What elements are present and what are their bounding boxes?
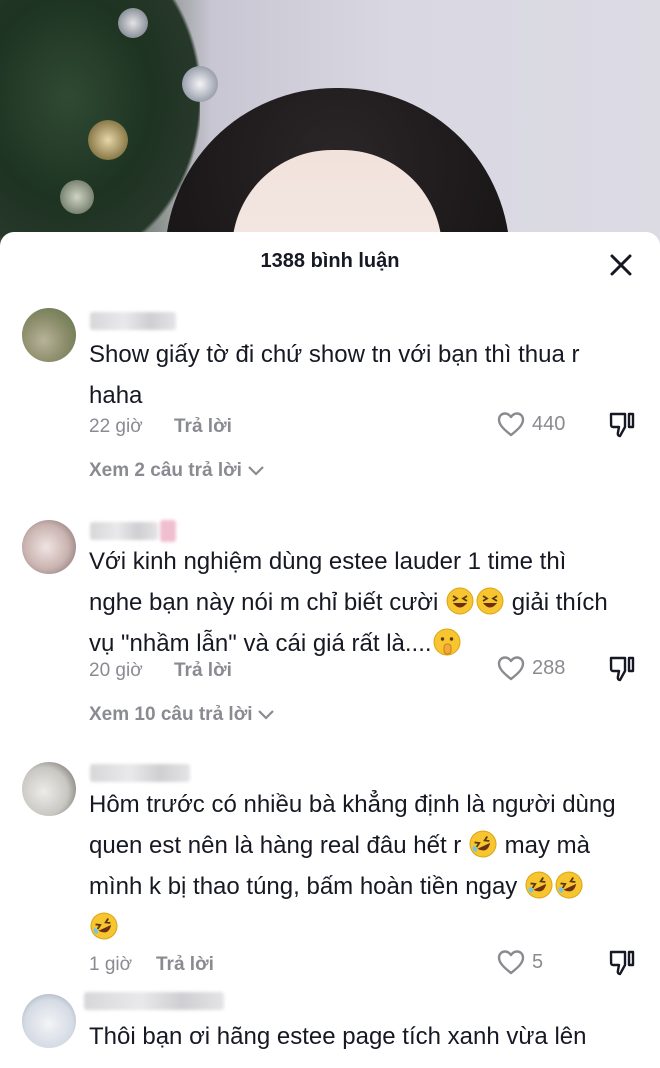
grinning-squinting-emoji bbox=[446, 587, 474, 615]
dislike-button[interactable] bbox=[607, 654, 637, 689]
close-button[interactable] bbox=[604, 248, 638, 282]
avatar[interactable] bbox=[22, 520, 76, 574]
shushing-face-emoji bbox=[433, 628, 461, 656]
chevron-down-icon bbox=[248, 466, 264, 476]
heart-outline-icon bbox=[497, 656, 525, 681]
comment-text: Show giấy tờ đi chứ show tn với bạn thì … bbox=[89, 334, 641, 416]
thumbs-down-icon bbox=[609, 412, 635, 438]
comments-count-title: 1388 bình luận bbox=[260, 250, 400, 272]
rolling-on-floor-laughing-emoji bbox=[525, 871, 553, 899]
comment-time: 22 giờ bbox=[89, 416, 143, 437]
comment-time: 1 giờ bbox=[89, 954, 133, 975]
username-blurred[interactable] bbox=[90, 312, 176, 330]
view-replies-label: Xem 2 câu trả lời bbox=[89, 460, 242, 481]
username-blurred-badge bbox=[160, 520, 176, 542]
avatar[interactable] bbox=[22, 994, 76, 1048]
close-icon bbox=[610, 254, 632, 276]
username-blurred[interactable] bbox=[90, 764, 190, 782]
comment-text-line: Với kinh nghiệm dùng estee lauder 1 time… bbox=[89, 548, 567, 575]
comment-text-line: Hôm trước có nhiều bà khẳng định là ngườ… bbox=[89, 791, 616, 818]
rolling-on-floor-laughing-emoji bbox=[90, 912, 118, 940]
comment-text-line: vụ "nhầm lẫn" và cái giá rất là.... bbox=[89, 630, 432, 657]
comment-text: Hôm trước có nhiều bà khẳng định là ngườ… bbox=[89, 784, 641, 948]
rolling-on-floor-laughing-emoji bbox=[555, 871, 583, 899]
thumbs-down-icon bbox=[609, 656, 635, 682]
view-replies-button[interactable]: Xem 10 câu trả lời bbox=[89, 704, 276, 726]
view-replies-button[interactable]: Xem 2 câu trả lời bbox=[89, 460, 266, 482]
comment-text: Thôi bạn ơi hãng estee page tích xanh vừ… bbox=[89, 1016, 641, 1057]
like-button[interactable]: 440 bbox=[496, 410, 565, 438]
like-count: 5 bbox=[532, 950, 544, 973]
comment-text-line: nghe bạn này nói m chỉ biết cười bbox=[89, 589, 439, 616]
comment-text-line: may mà bbox=[504, 832, 590, 859]
grinning-squinting-emoji bbox=[476, 587, 504, 615]
comment-text-line: quen est nên là hàng real đâu hết r bbox=[89, 832, 462, 859]
comment-text-line: Thôi bạn ơi hãng estee page tích xanh vừ… bbox=[89, 1023, 587, 1050]
like-count: 440 bbox=[532, 412, 566, 435]
thumbs-down-icon bbox=[609, 950, 635, 976]
reply-button[interactable]: Trả lời bbox=[174, 416, 232, 438]
view-replies-label: Xem 10 câu trả lời bbox=[89, 704, 253, 725]
reply-button[interactable]: Trả lời bbox=[174, 660, 232, 682]
comment-text-line: giải thích bbox=[511, 589, 608, 616]
rolling-on-floor-laughing-emoji bbox=[469, 830, 497, 858]
like-button[interactable]: 288 bbox=[496, 654, 565, 682]
chevron-down-icon bbox=[258, 710, 275, 720]
username-blurred[interactable] bbox=[84, 992, 224, 1010]
heart-outline-icon bbox=[497, 412, 525, 437]
comments-sheet: 1388 bình luận Show giấy tờ đi chứ show … bbox=[0, 232, 660, 1068]
comment-text-line: mình k bị thao túng, bấm hoàn tiền ngay bbox=[89, 873, 518, 900]
comments-header: 1388 bình luận bbox=[0, 232, 660, 294]
username-blurred[interactable] bbox=[90, 522, 158, 540]
video-background bbox=[0, 0, 660, 250]
avatar[interactable] bbox=[22, 762, 76, 816]
comment-text-line: Show giấy tờ đi chứ show tn với bạn thì … bbox=[89, 341, 580, 368]
reply-button[interactable]: Trả lời bbox=[156, 954, 214, 976]
avatar[interactable] bbox=[22, 308, 76, 362]
dislike-button[interactable] bbox=[607, 410, 637, 445]
like-button[interactable]: 5 bbox=[496, 948, 543, 976]
like-count: 288 bbox=[532, 656, 566, 679]
comment-time: 20 giờ bbox=[89, 660, 143, 681]
comment-text-line: haha bbox=[89, 382, 143, 409]
dislike-button[interactable] bbox=[607, 948, 637, 983]
comment-text: Với kinh nghiệm dùng estee lauder 1 time… bbox=[89, 541, 641, 664]
heart-outline-icon bbox=[497, 950, 525, 975]
